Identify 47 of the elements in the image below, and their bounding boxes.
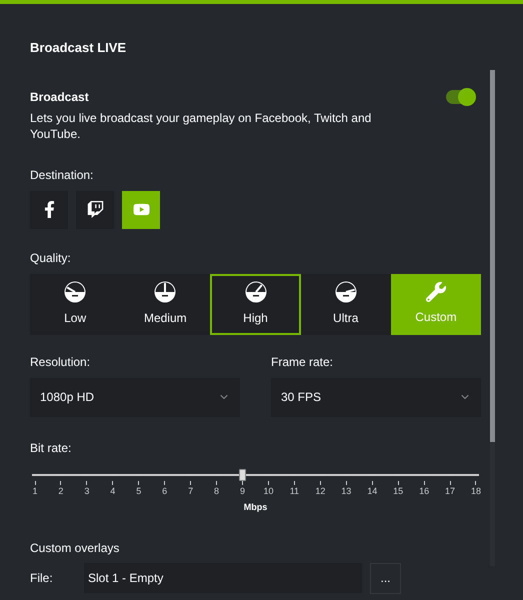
tick-label: 1 bbox=[32, 484, 38, 498]
gauge-icon bbox=[244, 281, 266, 303]
quality-label: Quality: bbox=[30, 250, 72, 266]
frame-rate-dropdown[interactable]: 30 FPS bbox=[271, 378, 481, 416]
destination-button[interactable] bbox=[76, 190, 114, 228]
tick-label: 16 bbox=[419, 484, 430, 498]
tick-label: 13 bbox=[341, 484, 352, 498]
bit-rate-slider[interactable] bbox=[32, 468, 479, 480]
tick-label: 11 bbox=[290, 484, 300, 498]
destination-button[interactable] bbox=[30, 190, 68, 228]
chat-bubble-icon bbox=[86, 201, 104, 218]
broadcast-description: Lets you live broadcast your gameplay on Facebook, Twitch and YouTube. bbox=[30, 110, 372, 142]
browse-button[interactable]: ... bbox=[370, 562, 401, 594]
tick-label: 7 bbox=[188, 484, 194, 498]
unit-label: Mbps bbox=[244, 501, 268, 514]
file-field[interactable]: Slot 1 - Empty bbox=[84, 563, 362, 593]
scrollbar-thumb[interactable] bbox=[490, 70, 495, 442]
gauge-icon bbox=[334, 281, 357, 303]
play-icon bbox=[132, 201, 150, 218]
tick-label: 9 bbox=[240, 484, 245, 498]
tick-label: 3 bbox=[84, 484, 90, 498]
tick-label: 6 bbox=[162, 484, 168, 498]
gauge-icon bbox=[154, 281, 176, 303]
tick-label: 17 bbox=[445, 484, 456, 498]
slider-thumb[interactable] bbox=[239, 468, 246, 480]
tick-label: 14 bbox=[367, 484, 378, 498]
bit-rate-label: Bit rate: bbox=[30, 440, 72, 456]
wrench-icon bbox=[426, 282, 446, 302]
tick-label: 8 bbox=[214, 484, 220, 498]
broadcast-toggle[interactable] bbox=[446, 90, 474, 104]
panel-title: Broadcast LIVE bbox=[30, 39, 128, 57]
file-label: File: bbox=[30, 570, 54, 587]
gauge-icon bbox=[64, 281, 86, 303]
broadcast-label: Broadcast bbox=[30, 88, 90, 106]
tick-label: 18 bbox=[470, 484, 481, 498]
tick-label: 2 bbox=[58, 484, 64, 498]
quality-option[interactable]: High bbox=[210, 274, 301, 334]
resolution-dropdown[interactable]: 1080p HD bbox=[30, 378, 240, 416]
resolution-label: Resolution: bbox=[30, 354, 92, 370]
tick-label: 10 bbox=[263, 484, 274, 498]
tick-label: 15 bbox=[393, 484, 404, 498]
tick-label: 12 bbox=[315, 484, 326, 498]
tick-label: 4 bbox=[110, 484, 116, 498]
custom-overlays-label: Custom overlays bbox=[30, 540, 120, 556]
destination-label: Destination: bbox=[30, 166, 94, 184]
tick-label: 5 bbox=[136, 484, 142, 498]
frame-rate-label: Frame rate: bbox=[271, 354, 334, 370]
